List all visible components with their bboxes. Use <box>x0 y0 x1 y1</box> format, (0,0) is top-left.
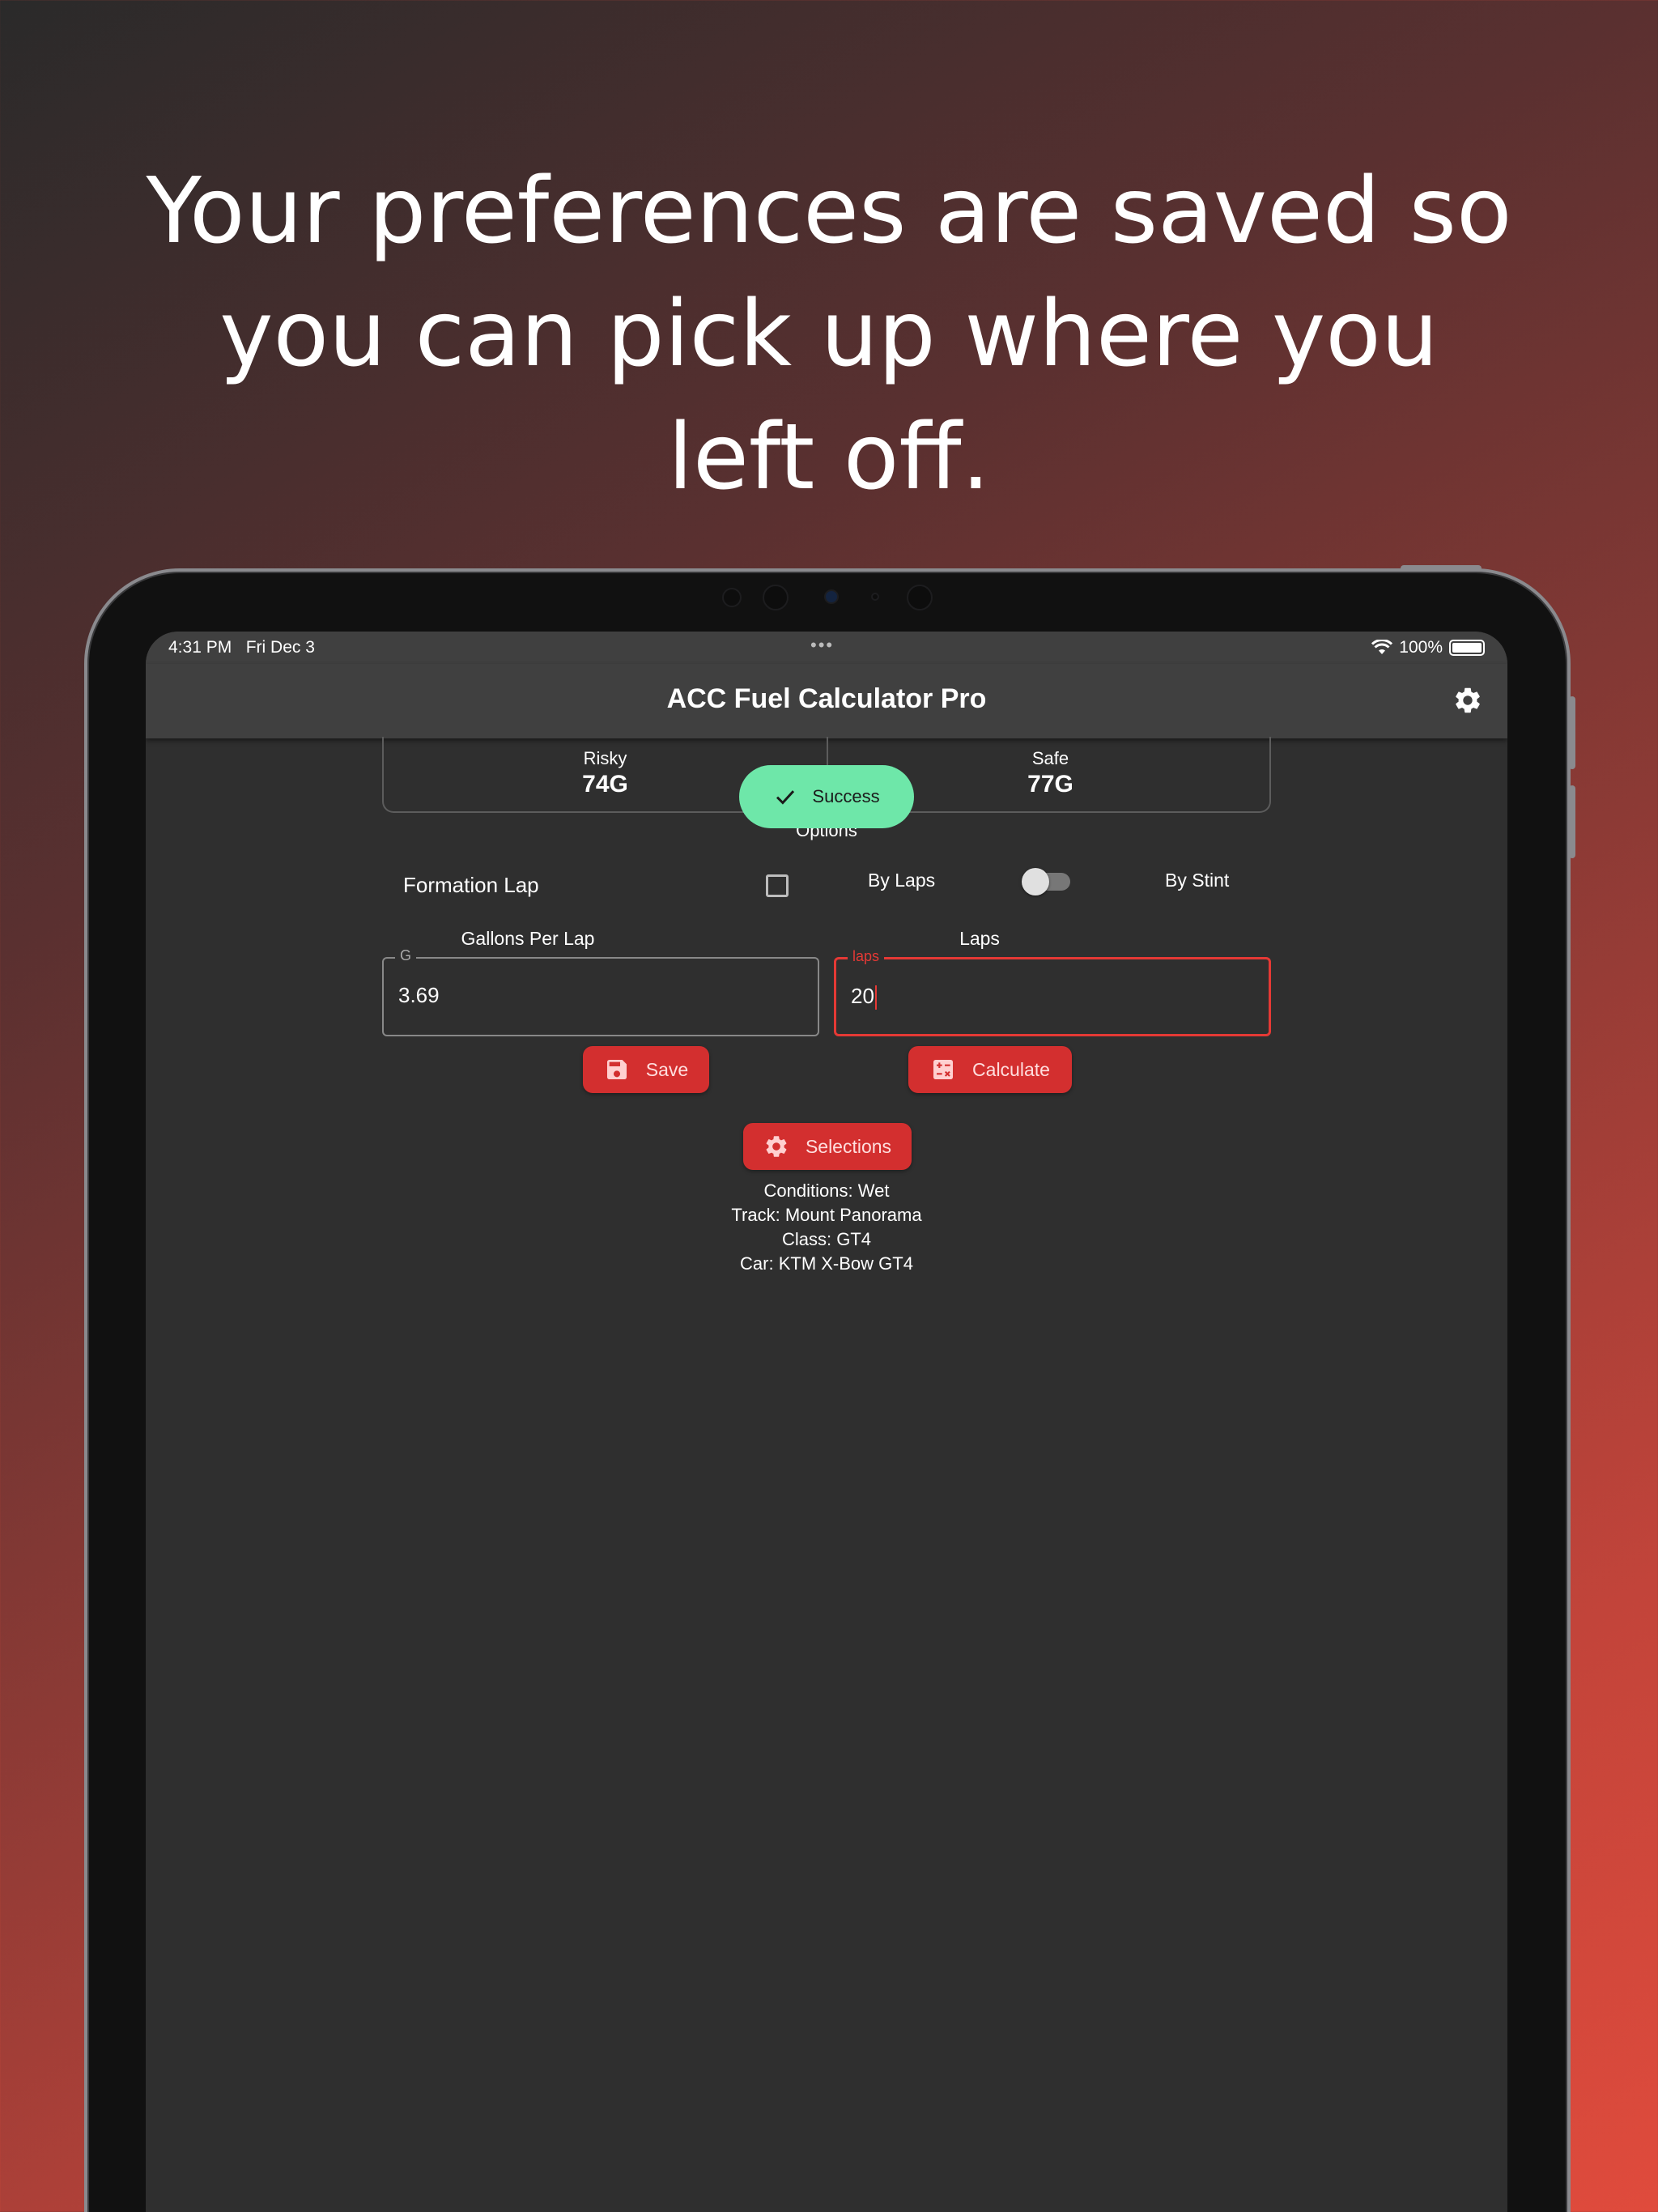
mode-toggle-thumb[interactable] <box>1022 868 1049 895</box>
laps-field[interactable]: laps 20 <box>834 948 1271 1036</box>
by-laps-label: By Laps <box>868 870 936 891</box>
by-stint-label: By Stint <box>1165 870 1230 891</box>
marketing-headline: Your preferences are saved so you can pi… <box>146 159 1512 510</box>
status-bar: 4:31 PM Fri Dec 3 ••• 100% <box>146 632 1507 664</box>
gallons-per-lap-caption: Gallons Per Lap <box>461 928 595 949</box>
car-text: Car: KTM X-Bow GT4 <box>740 1253 913 1274</box>
calculate-button[interactable]: Calculate <box>908 1046 1072 1093</box>
battery-percent: 100% <box>1399 638 1443 657</box>
gallons-field-legend: G <box>395 947 417 964</box>
gallons-per-lap-value: 3.69 <box>398 983 440 1007</box>
status-time: 4:31 PM Fri Dec 3 <box>168 638 315 657</box>
floppy-disk-icon <box>606 1060 627 1079</box>
top-button <box>1401 565 1482 572</box>
formation-lap-label: Formation Lap <box>403 873 539 897</box>
save-label: Save <box>645 1058 689 1080</box>
laps-value: 20 <box>851 984 874 1008</box>
gear-icon <box>766 1136 787 1157</box>
camera-bar <box>712 581 955 614</box>
app-bar: ACC Fuel Calculator Pro <box>146 664 1507 738</box>
gallons-per-lap-field[interactable]: G 3.69 <box>382 947 819 1036</box>
app-title: ACC Fuel Calculator Pro <box>666 683 987 714</box>
laps-value-wrap: 20 <box>851 984 877 1010</box>
wifi-icon <box>1371 640 1393 654</box>
gear-icon <box>1456 687 1480 713</box>
safe-label: Safe <box>1031 748 1069 768</box>
app-screen: 4:31 PM Fri Dec 3 ••• 100% ACC Fuel Calc… <box>146 632 1507 2212</box>
selections-button[interactable]: Selections <box>743 1123 912 1170</box>
settings-button[interactable] <box>1452 685 1483 716</box>
class-text: Class: GT4 <box>781 1229 872 1249</box>
laps-caption: Laps <box>959 928 1000 949</box>
selection-summary: Conditions: Wet Track: Mount Panorama Cl… <box>146 1179 1507 1276</box>
text-caret <box>874 985 877 1010</box>
formation-lap-checkbox[interactable] <box>766 874 789 897</box>
status-indicators: 100% <box>1371 638 1485 657</box>
toast-text: Success <box>812 786 880 806</box>
check-icon <box>776 790 795 805</box>
volume-up-button <box>1569 696 1575 769</box>
laps-field-legend: laps <box>848 948 885 965</box>
selections-label: Selections <box>805 1135 892 1157</box>
track-text: Track: Mount Panorama <box>731 1205 922 1225</box>
calculator-icon <box>933 1060 954 1079</box>
success-toast: Success <box>739 765 914 828</box>
conditions-text: Conditions: Wet <box>763 1180 890 1201</box>
volume-down-button <box>1569 785 1575 858</box>
multitasking-dots[interactable]: ••• <box>810 635 834 656</box>
calculate-label: Calculate <box>972 1058 1050 1080</box>
save-button[interactable]: Save <box>583 1046 709 1093</box>
battery-icon <box>1449 640 1485 656</box>
